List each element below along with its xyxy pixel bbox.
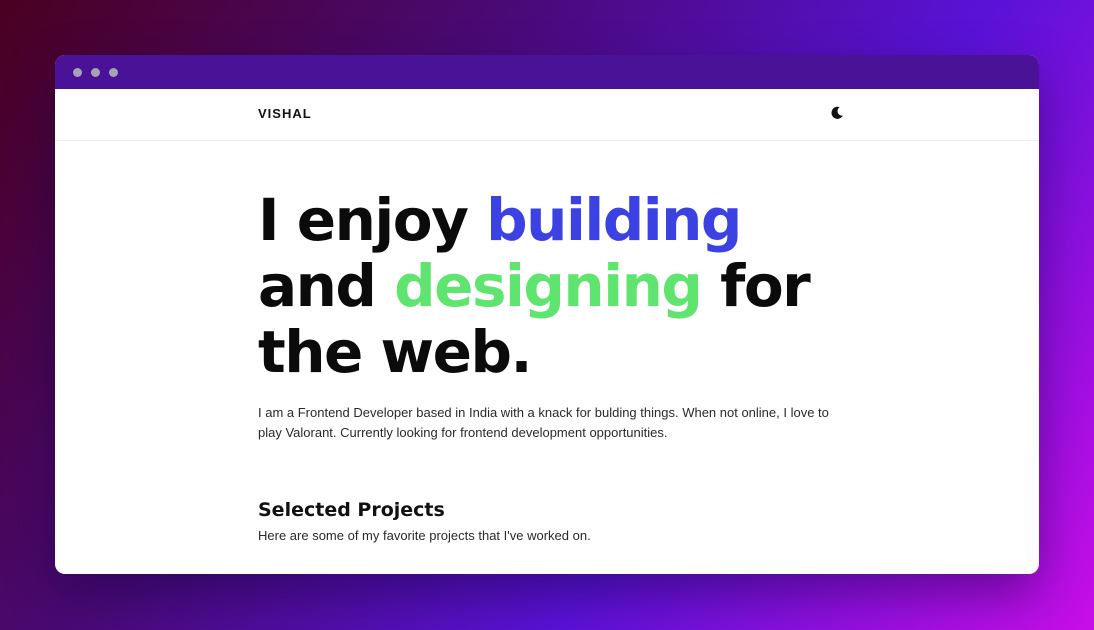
- projects-section-subtitle: Here are some of my favorite projects th…: [258, 528, 591, 543]
- headline-text: for: [701, 252, 811, 320]
- headline-text: the web.: [258, 318, 533, 386]
- window-titlebar: [55, 55, 1039, 89]
- site-navbar: VISHAL: [55, 89, 1039, 141]
- window-maximize-dot[interactable]: [109, 67, 118, 77]
- headline-highlight-building: building: [486, 186, 742, 254]
- hero-headline: I enjoy building and designing for the w…: [258, 187, 858, 385]
- hero-intro-text: I am a Frontend Developer based in India…: [258, 405, 829, 440]
- moon-icon[interactable]: [830, 106, 844, 120]
- projects-section-title: Selected Projects: [258, 499, 445, 521]
- headline-text: I enjoy: [258, 186, 487, 254]
- browser-window: VISHAL I enjoy building and designing fo…: [55, 55, 1039, 574]
- brand-logo-link[interactable]: VISHAL: [258, 106, 312, 121]
- main-content: I enjoy building and designing for the w…: [258, 187, 858, 545]
- headline-text: and: [258, 252, 395, 320]
- window-minimize-dot[interactable]: [91, 67, 100, 77]
- window-close-dot[interactable]: [73, 67, 82, 77]
- headline-highlight-designing: designing: [394, 252, 703, 320]
